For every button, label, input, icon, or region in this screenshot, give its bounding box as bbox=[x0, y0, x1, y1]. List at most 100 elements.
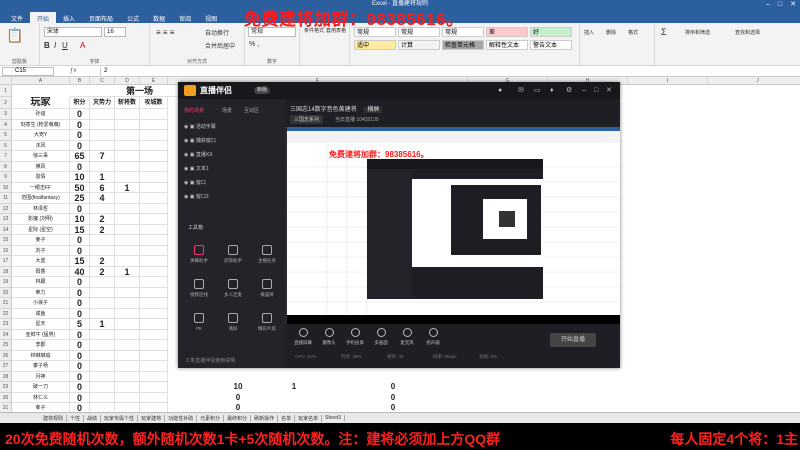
value-cell[interactable] bbox=[115, 119, 140, 130]
value-cell[interactable]: 1 bbox=[115, 182, 140, 193]
player-name-cell[interactable]: 孙谊 bbox=[12, 109, 70, 120]
tool-button[interactable]: 弹幕助手 bbox=[186, 245, 212, 264]
row-header[interactable]: 16 bbox=[0, 245, 12, 256]
value-cell[interactable] bbox=[140, 350, 168, 361]
percent-icon[interactable]: % , bbox=[249, 41, 259, 48]
merge-center-button[interactable]: 合并后居中 bbox=[205, 41, 235, 50]
value-cell[interactable]: 0 bbox=[70, 298, 90, 309]
value-cell[interactable] bbox=[90, 277, 115, 288]
row-header[interactable]: 30 bbox=[0, 392, 12, 403]
player-name-cell[interactable]: 小浪子 bbox=[12, 298, 70, 309]
value-cell[interactable] bbox=[115, 203, 140, 214]
value-cell[interactable] bbox=[115, 403, 140, 412]
value-cell[interactable]: 0 bbox=[70, 403, 90, 412]
screen-icon[interactable]: ▭ bbox=[534, 86, 541, 95]
font-name-select[interactable]: 宋体 bbox=[44, 27, 102, 37]
sheet-tab[interactable]: 建将规则 bbox=[40, 414, 68, 422]
row-header[interactable]: 3 bbox=[0, 109, 12, 120]
column-header[interactable]: D bbox=[115, 77, 140, 85]
row-header[interactable]: 18 bbox=[0, 266, 12, 277]
close-icon[interactable]: ✕ bbox=[790, 0, 796, 9]
column-header[interactable]: C bbox=[90, 77, 115, 85]
value-cell[interactable] bbox=[140, 245, 168, 256]
bottom-control-button[interactable]: 多画面 bbox=[371, 328, 391, 346]
row-header[interactable]: 26 bbox=[0, 350, 12, 361]
player-name-cell[interactable]: 破一刀 bbox=[12, 382, 70, 393]
value-cell[interactable] bbox=[140, 371, 168, 382]
row-header[interactable]: 25 bbox=[0, 340, 12, 351]
value-cell[interactable] bbox=[115, 161, 140, 172]
value-cell[interactable] bbox=[90, 161, 115, 172]
tool-button[interactable]: 精彩片段 bbox=[254, 313, 280, 332]
value-cell[interactable] bbox=[140, 140, 168, 151]
ribbon-tab[interactable]: 页面布局 bbox=[82, 12, 120, 23]
value-cell[interactable] bbox=[140, 298, 168, 309]
value-cell[interactable]: 2 bbox=[90, 266, 115, 277]
font-size-select[interactable]: 16 bbox=[104, 27, 126, 37]
value-cell[interactable]: 2 bbox=[90, 256, 115, 267]
ribbon-tab[interactable]: 公式 bbox=[120, 12, 146, 23]
value-cell[interactable] bbox=[115, 298, 140, 309]
value-cell[interactable]: 1 bbox=[90, 319, 115, 330]
value-cell[interactable]: 0 bbox=[70, 382, 90, 393]
value-cell[interactable] bbox=[115, 245, 140, 256]
scene-tab[interactable]: 互动区 bbox=[244, 107, 259, 114]
value-cell[interactable] bbox=[115, 214, 140, 225]
value-cell[interactable] bbox=[90, 119, 115, 130]
value-cell[interactable] bbox=[90, 109, 115, 120]
category-pill[interactable]: 三国志系列 bbox=[290, 115, 324, 124]
player-name-cell[interactable]: 林琳琳瑜 bbox=[12, 350, 70, 361]
tool-button[interactable]: 清屏 bbox=[220, 313, 246, 332]
sort-filter-button[interactable]: 排序和筛选 bbox=[685, 29, 710, 36]
player-name-cell[interactable]: 星天 bbox=[12, 319, 70, 330]
player-name-cell[interactable]: 一眼击FF bbox=[12, 182, 70, 193]
player-name-cell[interactable]: 徐三毒 bbox=[12, 151, 70, 162]
value-cell[interactable]: 0 bbox=[70, 287, 90, 298]
ribbon-tab[interactable]: 数据 bbox=[146, 12, 172, 23]
orientation-tab[interactable]: 横屏 bbox=[364, 107, 383, 113]
value-cell[interactable]: 10 bbox=[70, 172, 90, 183]
value-cell[interactable]: 1 bbox=[115, 266, 140, 277]
row-header[interactable]: 14 bbox=[0, 224, 12, 235]
start-stream-button[interactable]: 开始直播 bbox=[550, 333, 596, 347]
source-item[interactable]: ◉ ▣ 窗口 bbox=[184, 179, 206, 186]
value-cell[interactable] bbox=[140, 382, 168, 393]
value-cell[interactable]: 0 bbox=[70, 119, 90, 130]
column-header[interactable]: B bbox=[70, 77, 90, 85]
value-cell[interactable]: 0 bbox=[70, 277, 90, 288]
value-cell[interactable]: 0 bbox=[70, 361, 90, 372]
value-cell[interactable] bbox=[115, 329, 140, 340]
column-header[interactable]: I bbox=[628, 77, 708, 85]
value-cell[interactable]: 1 bbox=[284, 382, 304, 393]
value-cell[interactable]: 0 bbox=[383, 382, 403, 393]
value-cell[interactable] bbox=[140, 256, 168, 267]
bottom-control-button[interactable]: 直播屏幕 bbox=[293, 328, 313, 346]
row-header[interactable]: 2 bbox=[0, 97, 12, 109]
sheet-tab[interactable]: 最终积分 bbox=[224, 414, 252, 422]
minimize-icon[interactable]: – bbox=[582, 86, 586, 95]
value-cell[interactable] bbox=[140, 277, 168, 288]
row-header[interactable]: 9 bbox=[0, 172, 12, 183]
player-name-cell[interactable]: 林跟 bbox=[12, 277, 70, 288]
player-name-cell[interactable]: 月神 bbox=[12, 371, 70, 382]
row-header[interactable]: 7 bbox=[0, 151, 12, 162]
value-cell[interactable] bbox=[140, 119, 168, 130]
row-header[interactable]: 19 bbox=[0, 277, 12, 288]
value-cell[interactable] bbox=[90, 361, 115, 372]
value-cell[interactable] bbox=[90, 203, 115, 214]
wrap-text-button[interactable]: 自动换行 bbox=[205, 28, 229, 37]
row-header[interactable]: 31 bbox=[0, 403, 12, 412]
value-cell[interactable]: 0 bbox=[228, 393, 248, 404]
value-cell[interactable]: 5 bbox=[70, 319, 90, 330]
source-item[interactable]: ◉ ▣ 直播XX bbox=[184, 151, 213, 158]
value-cell[interactable] bbox=[284, 393, 304, 404]
scene-tab[interactable]: 场景 bbox=[222, 107, 232, 114]
player-name-cell[interactable]: 刘子 bbox=[12, 245, 70, 256]
row-header[interactable]: 21 bbox=[0, 298, 12, 309]
value-cell[interactable] bbox=[140, 361, 168, 372]
value-cell[interactable]: 0 bbox=[383, 403, 403, 412]
bottom-control-button[interactable]: 摄像头 bbox=[319, 328, 339, 346]
value-cell[interactable] bbox=[140, 214, 168, 225]
gift-icon[interactable]: ♦ bbox=[550, 86, 554, 95]
italic-button[interactable]: I bbox=[54, 41, 56, 50]
